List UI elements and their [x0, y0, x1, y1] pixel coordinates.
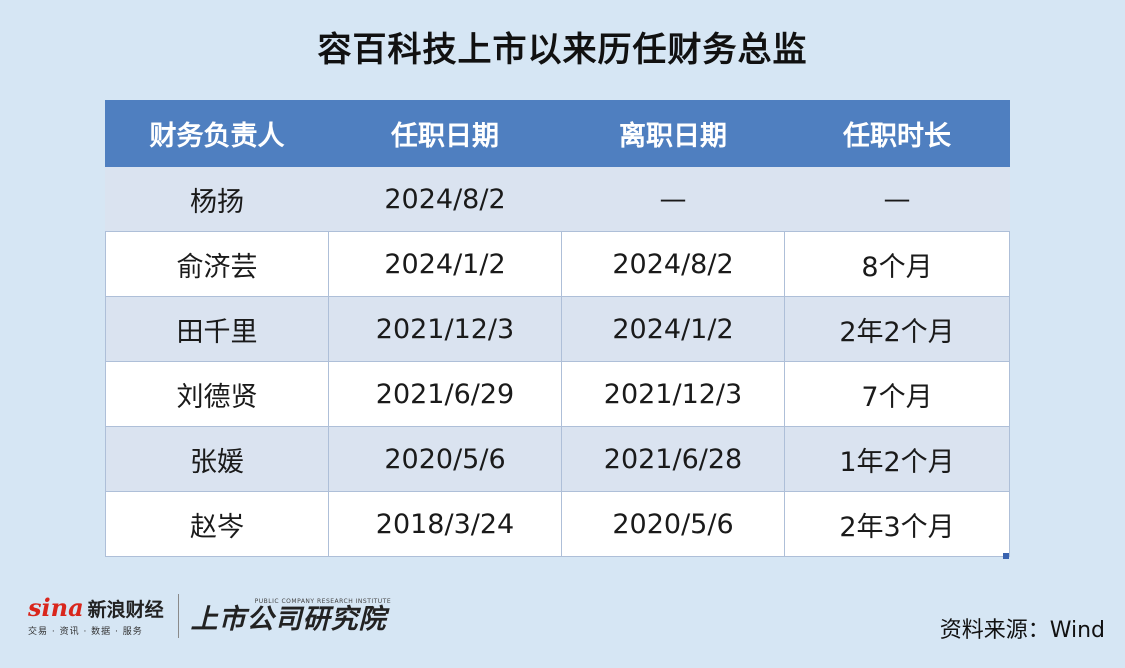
cell-tenure: —	[784, 166, 1010, 232]
cell-end-date: 2024/1/2	[561, 296, 785, 362]
header-end-date: 离职日期	[561, 100, 785, 167]
table-resize-handle	[1003, 553, 1009, 559]
cell-person: 田千里	[105, 296, 329, 362]
cell-end-date: 2024/8/2	[561, 231, 785, 297]
header-tenure: 任职时长	[784, 100, 1010, 167]
cell-person: 刘德贤	[105, 361, 329, 427]
cell-tenure: 7个月	[784, 361, 1010, 427]
sina-wordmark: sina	[28, 593, 84, 622]
cell-tenure: 2年2个月	[784, 296, 1010, 362]
cell-tenure: 1年2个月	[784, 426, 1010, 492]
table-row: 俞济芸 2024/1/2 2024/8/2 8个月	[105, 231, 1010, 297]
table-header-row: 财务负责人 任职日期 离职日期 任职时长	[105, 100, 1010, 167]
cell-end-date: 2021/6/28	[561, 426, 785, 492]
table-row: 田千里 2021/12/3 2024/1/2 2年2个月	[105, 296, 1010, 362]
institute-logo: PUBLIC COMPANY RESEARCH INSTITUTE 上市公司研究…	[191, 598, 391, 635]
cell-end-date: 2020/5/6	[561, 491, 785, 557]
table-row: 杨扬 2024/8/2 — —	[105, 166, 1010, 232]
page-title: 容百科技上市以来历任财务总监	[317, 30, 808, 70]
cfo-table-container: 财务负责人 任职日期 离职日期 任职时长 杨扬 2024/8/2 — — 俞济芸…	[105, 100, 1010, 557]
header-person: 财务负责人	[105, 100, 329, 167]
cell-start-date: 2020/5/6	[328, 426, 562, 492]
sina-tagline: 交易 · 资讯 · 数据 · 服务	[28, 627, 143, 637]
table-row: 刘德贤 2021/6/29 2021/12/3 7个月	[105, 361, 1010, 427]
institute-chinese-name: 上市公司研究院	[190, 603, 387, 635]
cell-person: 张媛	[105, 426, 329, 492]
sina-finance-logo: sina 新浪财经 交易 · 资讯 · 数据 · 服务	[28, 593, 164, 638]
cell-tenure: 8个月	[784, 231, 1010, 297]
cfo-table: 财务负责人 任职日期 离职日期 任职时长 杨扬 2024/8/2 — — 俞济芸…	[105, 100, 1010, 557]
sina-finance-name: 新浪财经	[87, 599, 164, 621]
cell-start-date: 2021/6/29	[328, 361, 562, 427]
table-row: 张媛 2020/5/6 2021/6/28 1年2个月	[105, 426, 1010, 492]
cell-end-date: —	[561, 166, 785, 232]
cell-person: 赵岑	[105, 491, 329, 557]
cell-start-date: 2018/3/24	[328, 491, 562, 557]
table-row: 赵岑 2018/3/24 2020/5/6 2年3个月	[105, 491, 1010, 557]
header-start-date: 任职日期	[328, 100, 562, 167]
cell-person: 杨扬	[105, 166, 329, 232]
cell-start-date: 2024/8/2	[328, 166, 562, 232]
cell-start-date: 2024/1/2	[328, 231, 562, 297]
cell-tenure: 2年3个月	[784, 491, 1010, 557]
footer-logos: sina 新浪财经 交易 · 资讯 · 数据 · 服务 PUBLIC COMPA…	[28, 592, 391, 640]
data-source-note: 资料来源：Wind	[939, 618, 1105, 643]
cell-person: 俞济芸	[105, 231, 329, 297]
cell-end-date: 2021/12/3	[561, 361, 785, 427]
cell-start-date: 2021/12/3	[328, 296, 562, 362]
logo-divider	[177, 594, 179, 638]
